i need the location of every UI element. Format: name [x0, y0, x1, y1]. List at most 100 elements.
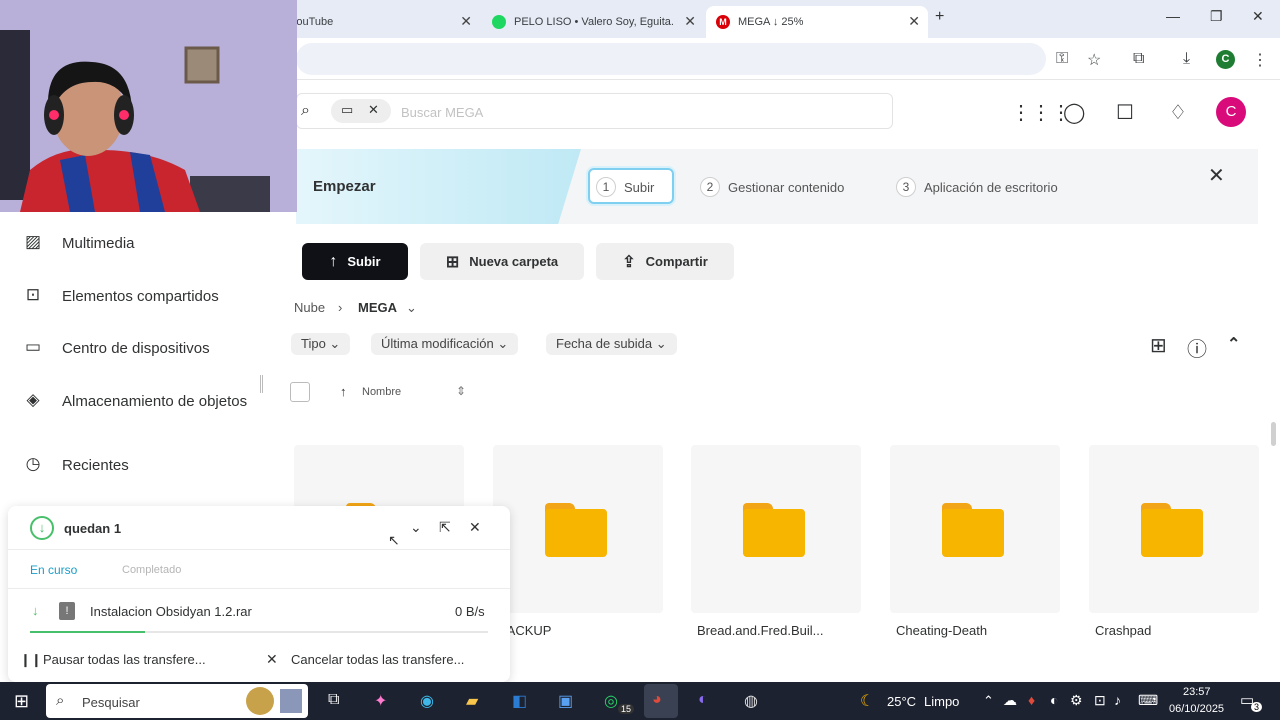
search-icon[interactable]: ⌕	[301, 102, 310, 120]
close-tab-icon[interactable]: ✕	[460, 13, 472, 30]
contacts-icon[interactable]: ☐	[1116, 100, 1134, 125]
collapse-icon[interactable]: ⌃	[1227, 334, 1240, 354]
clock-date[interactable]: 06/10/2025	[1169, 703, 1224, 715]
filter-type[interactable]: Tipo ⌄	[291, 333, 351, 355]
folder-name[interactable]: Crashpad	[1095, 623, 1151, 638]
new-tab-button[interactable]: +	[935, 8, 944, 26]
search-bar[interactable]: ⌕ ▭ ✕ Buscar MEGA	[296, 93, 893, 129]
weather-moon-icon: ☾	[860, 693, 875, 710]
chat-icon[interactable]: ◯	[1063, 100, 1085, 125]
sort-toggle-icon[interactable]: ⇕	[456, 384, 466, 398]
scrollbar-thumb[interactable]	[1271, 422, 1276, 446]
notifications-bell-icon[interactable]: ♢	[1169, 100, 1187, 125]
step-desktop-app[interactable]: 3 Aplicación de escritorio	[896, 177, 1058, 197]
url-field[interactable]	[296, 43, 1046, 75]
tab-pelo-liso[interactable]: PELO LISO • Valero Soy, Eguita... ✕	[482, 6, 704, 38]
sidebar-item-shared[interactable]: ⊡ Elementos compartidos	[22, 285, 219, 307]
tray-overflow-icon[interactable]: ⌃	[983, 693, 994, 709]
folder-card-next[interactable]	[1089, 445, 1259, 613]
clear-filter-icon[interactable]: ✕	[368, 102, 379, 118]
share-button[interactable]: ⇪ Compartir	[596, 243, 734, 280]
step-upload[interactable]: 1 Subir	[596, 177, 654, 197]
folder-card-bread-and-fred[interactable]	[493, 445, 663, 613]
pause-icon[interactable]: ❙❙	[20, 652, 42, 668]
taskbar-search-box[interactable]: ⌕ Pesquisar	[46, 684, 308, 718]
info-icon[interactable]: ⓘ	[1187, 333, 1207, 362]
breadcrumb-root[interactable]: Nube	[294, 300, 325, 315]
taskbar-search-input[interactable]: Pesquisar	[82, 695, 140, 710]
sidebar-item-multimedia[interactable]: ▨ Multimedia	[22, 232, 135, 254]
network-icon[interactable]: ⊡	[1094, 692, 1106, 709]
grid-view-icon[interactable]: ⊞	[1150, 333, 1167, 358]
restore-icon[interactable]: ❐	[1210, 8, 1223, 25]
clock-time[interactable]: 23:57	[1183, 686, 1211, 698]
profile-avatar[interactable]: C	[1216, 50, 1235, 69]
share-label: Compartir	[645, 254, 708, 269]
task-view-icon[interactable]: ⧉	[328, 691, 339, 709]
pause-all-button[interactable]: Pausar todas las transfere...	[43, 652, 206, 667]
tab-in-progress[interactable]: En curso	[30, 563, 77, 577]
tray-app-icon[interactable]: ♦	[1028, 692, 1035, 708]
copilot-icon[interactable]: ✦	[374, 691, 387, 711]
close-window-icon[interactable]: ✕	[1252, 8, 1264, 25]
downloads-icon[interactable]: ⤓	[1183, 50, 1190, 68]
folder-name[interactable]: Bread.and.Fred.Buil...	[697, 623, 823, 638]
password-key-icon[interactable]: ⚿	[1056, 50, 1068, 68]
folder-card-crashpad[interactable]	[890, 445, 1060, 613]
cancel-icon[interactable]: ✕	[266, 651, 278, 668]
extensions-icon[interactable]: ⧉	[1133, 50, 1144, 68]
name-column-header[interactable]: Nombre	[362, 386, 401, 398]
store-icon[interactable]: ▣	[558, 691, 573, 711]
apps-grid-icon[interactable]: ⋮⋮⋮	[1011, 100, 1071, 125]
search-input[interactable]: Buscar MEGA	[401, 105, 483, 120]
folder-icon: ▭	[341, 102, 354, 117]
close-tab-icon[interactable]: ✕	[684, 13, 696, 30]
folder-name[interactable]: Cheating-Death	[896, 623, 987, 638]
user-avatar[interactable]: C	[1216, 97, 1246, 127]
file-explorer-icon[interactable]: ▰	[466, 691, 478, 711]
step-manage-content[interactable]: 2 Gestionar contenido	[700, 177, 844, 197]
tray-app-icon[interactable]: ⚙	[1070, 692, 1083, 709]
breadcrumb-current[interactable]: MEGA	[358, 300, 397, 315]
filter-upload-date[interactable]: Fecha de subida ⌄	[546, 333, 677, 355]
folder-filter-chip[interactable]	[331, 99, 391, 123]
sidebar-resize-handle[interactable]	[260, 375, 263, 393]
upload-button[interactable]: ↑ Subir	[302, 243, 408, 280]
chevron-down-icon[interactable]: ⌄	[410, 519, 422, 536]
folder-card-cheating-death[interactable]	[691, 445, 861, 613]
sort-up-icon[interactable]: ↑	[340, 384, 347, 399]
tab-mega[interactable]: M MEGA ↓ 25% ✕	[706, 6, 928, 38]
edge-icon[interactable]: ◉	[420, 691, 434, 711]
chevron-down-icon[interactable]: ⌄	[406, 300, 417, 316]
minimize-icon[interactable]: —	[1166, 8, 1180, 24]
tray-app-icon[interactable]: ◐	[1050, 692, 1058, 708]
close-panel-icon[interactable]: ✕	[469, 519, 481, 536]
close-banner-icon[interactable]: ✕	[1208, 163, 1225, 188]
outlook-icon[interactable]: ◧	[512, 691, 527, 711]
upload-label: Subir	[347, 254, 381, 269]
cloud-icon[interactable]: ☁	[1003, 692, 1017, 709]
filter-last-modified[interactable]: Última modificación ⌄	[371, 333, 519, 355]
keyboard-icon[interactable]: ⌨	[1138, 692, 1158, 709]
folder-icon	[545, 503, 607, 557]
open-external-icon[interactable]: ⇱	[439, 519, 451, 536]
volume-icon[interactable]: ♪	[1114, 692, 1121, 708]
weather-description[interactable]: Limpo	[924, 694, 959, 709]
new-folder-button[interactable]: ⊞ Nueva carpeta	[420, 243, 584, 280]
windows-start-icon[interactable]: ⊞	[14, 691, 29, 712]
whatsapp-icon[interactable]: ◎	[604, 691, 618, 711]
cancel-all-button[interactable]: Cancelar todas las transfere...	[291, 652, 464, 667]
sidebar-item-recent[interactable]: ◷ Recientes	[22, 454, 129, 476]
tab-completed[interactable]: Completado	[122, 564, 181, 576]
weather-temperature[interactable]: 25°C	[887, 694, 916, 709]
bookmark-star-icon[interactable]: ☆	[1087, 50, 1101, 70]
close-tab-icon[interactable]: ✕	[908, 13, 920, 30]
obs-icon[interactable]: ◍	[744, 691, 758, 711]
select-all-checkbox[interactable]	[290, 382, 310, 402]
discord-icon[interactable]: ◐	[698, 691, 708, 709]
chrome-icon[interactable]: ◕	[652, 691, 662, 709]
sidebar-item-devices[interactable]: ▭ Centro de dispositivos	[22, 337, 210, 359]
menu-icon[interactable]: ⋮	[1252, 50, 1268, 70]
sidebar-item-object-storage[interactable]: ◈ Almacenamiento de objetos	[22, 390, 247, 412]
tab-youtube[interactable]: YouTube ✕	[280, 6, 480, 38]
